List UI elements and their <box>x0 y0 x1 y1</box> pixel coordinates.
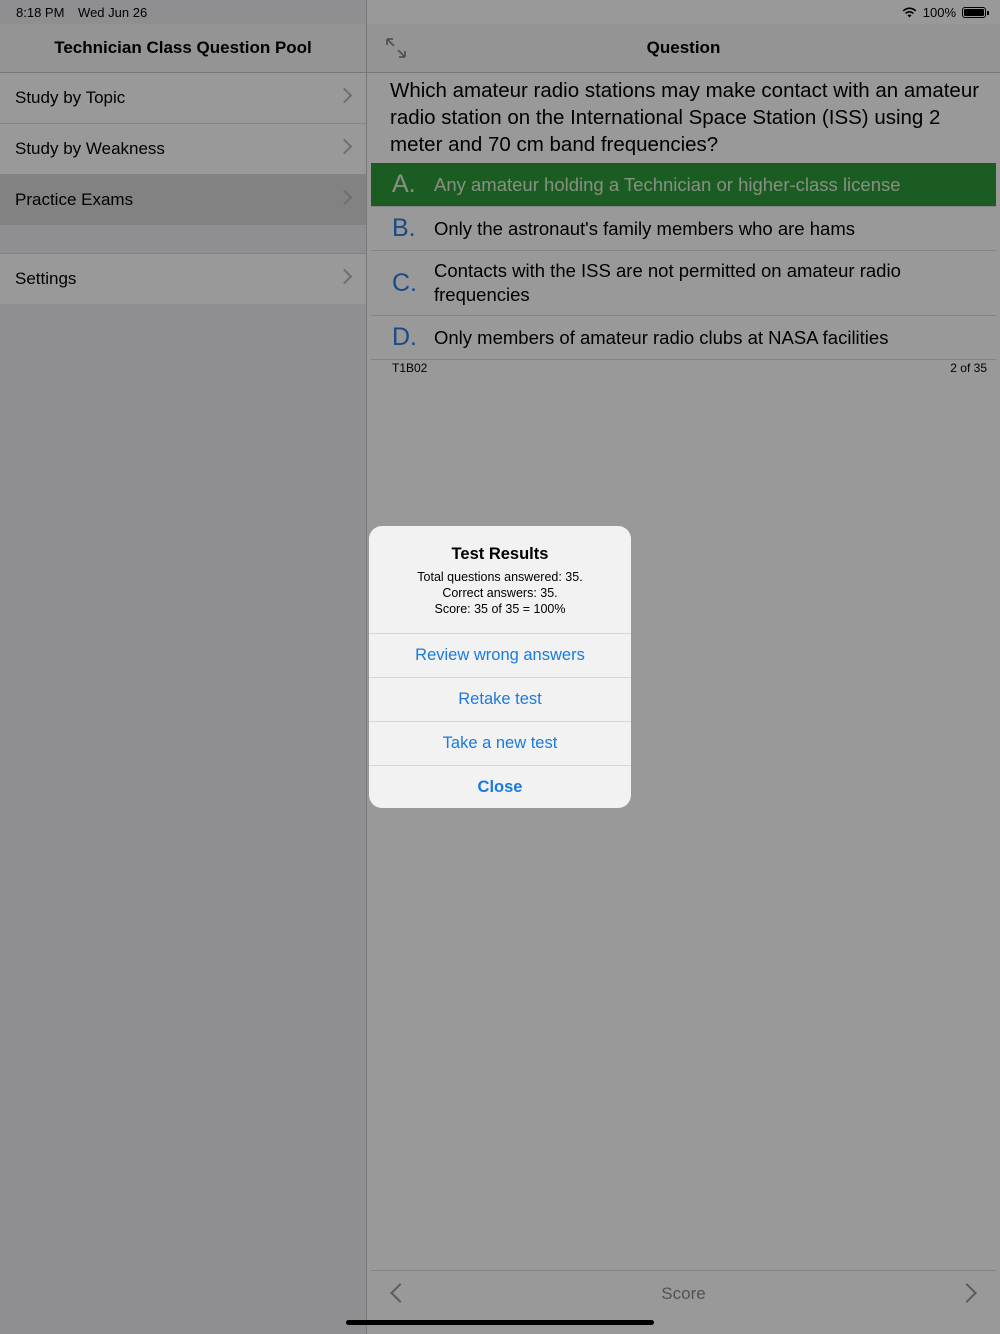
alert-line-correct: Correct answers: 35. <box>442 586 558 600</box>
alert-message: Total questions answered: 35. Correct an… <box>381 569 619 617</box>
alert-line-total: Total questions answered: 35. <box>417 570 583 584</box>
alert-line-score: Score: 35 of 35 = 100% <box>434 602 566 616</box>
close-button[interactable]: Close <box>369 766 631 808</box>
retake-test-button[interactable]: Retake test <box>369 678 631 722</box>
home-indicator[interactable] <box>346 1320 654 1325</box>
take-new-test-button[interactable]: Take a new test <box>369 722 631 766</box>
review-wrong-answers-button[interactable]: Review wrong answers <box>369 634 631 678</box>
alert-body: Test Results Total questions answered: 3… <box>369 526 631 634</box>
test-results-alert: Test Results Total questions answered: 3… <box>369 526 631 808</box>
alert-title: Test Results <box>451 545 549 563</box>
